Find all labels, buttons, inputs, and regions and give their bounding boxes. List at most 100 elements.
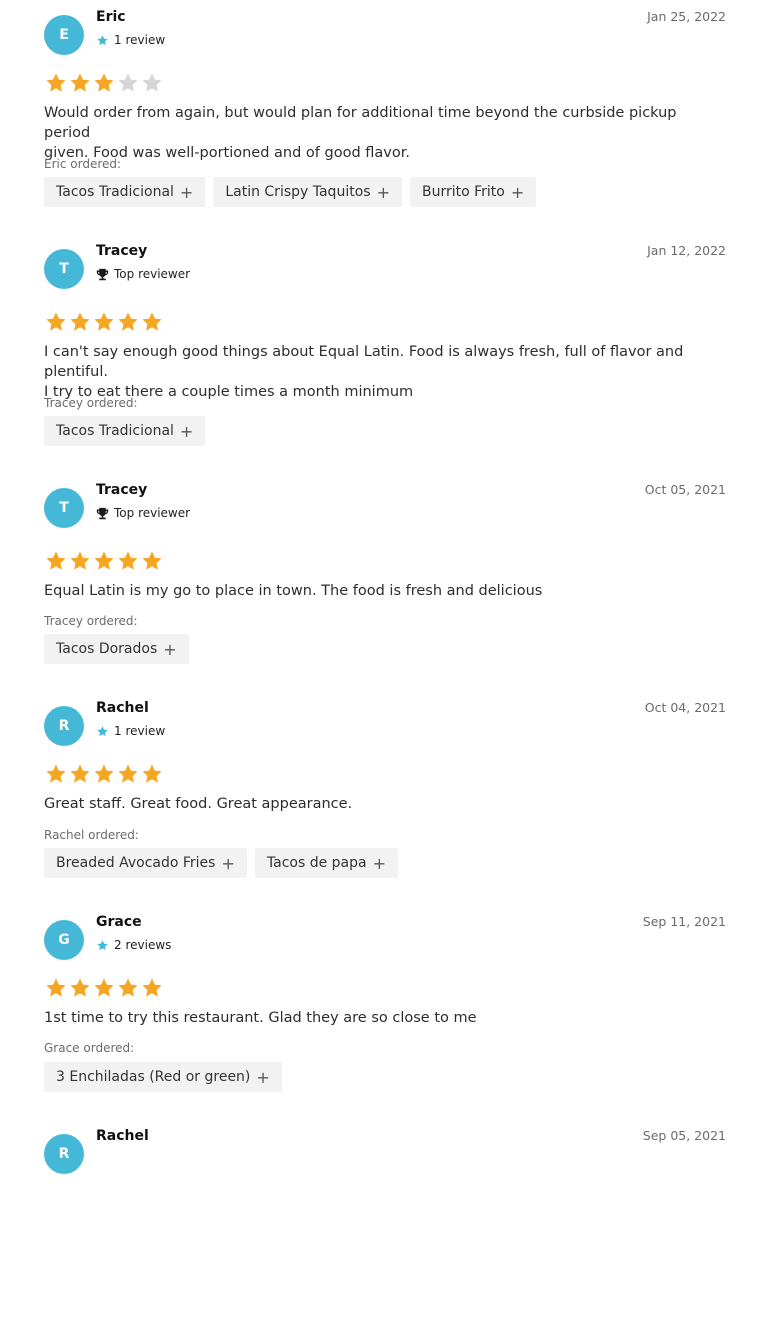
star-icon: [68, 71, 92, 95]
star-badge-icon: [96, 939, 109, 952]
star-icon: [92, 549, 116, 573]
ordered-item-label: 3 Enchiladas (Red or green): [56, 1069, 251, 1085]
reviewer-badge: Top reviewer: [96, 506, 190, 520]
plus-icon[interactable]: +: [180, 422, 193, 441]
ordered-items: Breaded Avocado Fries + Tacos de papa +: [44, 848, 398, 878]
reviewer-name[interactable]: Grace: [96, 914, 142, 930]
ordered-item-label: Breaded Avocado Fries: [56, 855, 216, 871]
ordered-label: Grace ordered:: [44, 1041, 135, 1055]
ordered-item-chip[interactable]: Breaded Avocado Fries +: [44, 848, 247, 878]
reviewer-badge: Top reviewer: [96, 267, 190, 281]
review-text-line: I can't say enough good things about Equ…: [44, 344, 684, 380]
star-icon: [68, 549, 92, 573]
star-rating: [44, 976, 164, 1000]
review-card: G Grace Sep 11, 2021 2 reviews 1st time to t…: [44, 914, 726, 1120]
ordered-label: Tracey ordered:: [44, 396, 138, 410]
star-icon: [140, 549, 164, 573]
review-text-line: Would order from again, but would plan f…: [44, 105, 677, 141]
ordered-item-label: Tacos de papa: [266, 855, 367, 871]
ordered-item-label: Tacos Tradicional: [56, 423, 174, 439]
star-icon: [68, 310, 92, 334]
avatar: R: [44, 706, 84, 746]
review-card: E Eric Jan 25, 2022 1 review Would order fro…: [44, 9, 726, 215]
ordered-label: Tracey ordered:: [44, 614, 138, 628]
ordered-item-label: Tacos Tradicional: [56, 184, 174, 200]
ordered-label: Rachel ordered:: [44, 828, 139, 842]
ordered-items: Tacos Dorados +: [44, 634, 189, 664]
ordered-item-chip[interactable]: Burrito Frito +: [409, 177, 537, 207]
plus-icon[interactable]: +: [256, 1068, 269, 1087]
reviewer-name[interactable]: Eric: [96, 9, 126, 25]
ordered-item-chip[interactable]: Tacos Tradicional +: [44, 416, 206, 446]
review-date: Oct 04, 2021: [644, 700, 726, 715]
review-text-line: Great staff. Great food. Great appearanc…: [44, 796, 353, 812]
star-icon: [44, 549, 68, 573]
review-text-line: I try to eat there a couple times a mont…: [44, 384, 414, 400]
star-icon: [116, 310, 140, 334]
ordered-item-label: Burrito Frito: [421, 184, 505, 200]
review-date: Jan 12, 2022: [647, 243, 726, 258]
star-icon: [92, 762, 116, 786]
ordered-item-label: Latin Crispy Taquitos: [225, 184, 371, 200]
badge-text: Top reviewer: [114, 506, 191, 520]
review-text: 1st time to try this restaurant. Glad th…: [44, 1008, 726, 1028]
badge-text: 1 review: [114, 33, 166, 47]
star-icon: [92, 310, 116, 334]
ordered-item-chip[interactable]: 3 Enchiladas (Red or green) +: [44, 1062, 282, 1092]
trophy-icon: [96, 268, 109, 281]
review-date: Sep 05, 2021: [642, 1128, 726, 1143]
avatar: G: [44, 920, 84, 960]
ordered-items: Tacos Tradicional + Latin Crispy Taquitos +…: [44, 177, 537, 207]
review-text: Equal Latin is my go to place in town. T…: [44, 581, 726, 601]
avatar: T: [44, 249, 84, 289]
plus-icon[interactable]: +: [373, 854, 386, 873]
review-card: T Tracey Jan 12, 2022 Top reviewer I can't s…: [44, 243, 726, 449]
reviewer-badge: 1 review: [96, 724, 165, 738]
review-date: Oct 05, 2021: [644, 482, 726, 497]
star-icon: [44, 976, 68, 1000]
review-date: Sep 11, 2021: [642, 914, 726, 929]
plus-icon[interactable]: +: [180, 183, 193, 202]
review-text-line: Equal Latin is my go to place in town. T…: [44, 583, 543, 599]
avatar: T: [44, 488, 84, 528]
avatar: E: [44, 15, 84, 55]
reviewer-name[interactable]: Tracey: [96, 482, 147, 498]
star-icon: [140, 762, 164, 786]
review-card: T Tracey Oct 05, 2021 Top reviewer Equal Lat…: [44, 482, 726, 688]
star-badge-icon: [96, 725, 109, 738]
star-icon: [44, 310, 68, 334]
ordered-item-chip[interactable]: Tacos Dorados +: [44, 634, 189, 664]
plus-icon[interactable]: +: [163, 640, 176, 659]
plus-icon[interactable]: +: [377, 183, 390, 202]
reviewer-name[interactable]: Rachel: [96, 700, 149, 716]
star-icon: [140, 976, 164, 1000]
ordered-item-chip[interactable]: Tacos de papa +: [254, 848, 398, 878]
star-icon: [116, 976, 140, 1000]
star-icon: [92, 71, 116, 95]
star-rating: [44, 762, 164, 786]
review-text-line: 1st time to try this restaurant. Glad th…: [44, 1010, 477, 1026]
ordered-item-chip[interactable]: Tacos Tradicional +: [44, 177, 206, 207]
badge-text: 2 reviews: [114, 938, 172, 952]
plus-icon[interactable]: +: [511, 183, 524, 202]
review-text: Great staff. Great food. Great appearanc…: [44, 794, 726, 814]
review-text: I can't say enough good things about Equ…: [44, 342, 726, 402]
star-badge-icon: [96, 34, 109, 47]
star-rating: [44, 549, 164, 573]
star-icon: [44, 762, 68, 786]
ordered-item-chip[interactable]: Latin Crispy Taquitos +: [213, 177, 402, 207]
reviewer-name[interactable]: Tracey: [96, 243, 147, 259]
review-date: Jan 25, 2022: [647, 9, 726, 24]
review-card: R Rachel Sep 05, 2021: [44, 1128, 726, 1334]
ordered-items: Tacos Tradicional +: [44, 416, 206, 446]
star-icon: [116, 762, 140, 786]
star-icon: [116, 549, 140, 573]
star-icon: [92, 976, 116, 1000]
reviewer-badge: 2 reviews: [96, 938, 171, 952]
badge-text: 1 review: [114, 724, 166, 738]
star-empty-icon: [140, 71, 164, 95]
plus-icon[interactable]: +: [221, 854, 234, 873]
star-empty-icon: [116, 71, 140, 95]
reviewer-name[interactable]: Rachel: [96, 1128, 149, 1144]
review-text: Would order from again, but would plan f…: [44, 103, 726, 163]
